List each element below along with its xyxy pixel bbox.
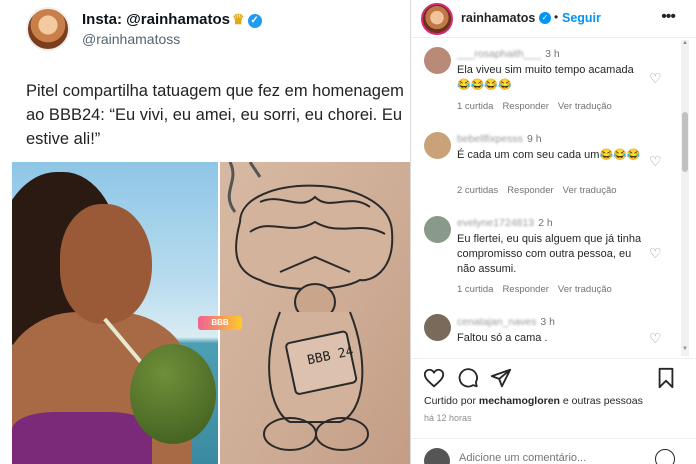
tweet-card: Insta: @rainhamatos ♛ ✓ @rainhamatoss Pite…: [12, 0, 410, 464]
heart-icon[interactable]: ♡: [649, 71, 663, 85]
separator-dot: •: [554, 10, 559, 24]
current-user-avatar: [424, 448, 450, 464]
add-comment-bar: [411, 438, 696, 464]
verified-badge-icon: ✓: [247, 14, 262, 28]
heart-icon[interactable]: ♡: [649, 331, 663, 345]
comment-text: Eu flertei, eu quis alguem que já tinha …: [457, 233, 642, 275]
comments-scrollbar[interactable]: ▲ ▼: [681, 40, 689, 356]
profile-username[interactable]: rainhamatos: [461, 11, 535, 25]
commenter-username[interactable]: bebellfixpesss: [457, 133, 523, 145]
translate-button[interactable]: Ver tradução: [563, 185, 617, 196]
comment-likes[interactable]: 1 curtida: [457, 284, 493, 295]
post-caption: Pitel compartilha tatuagem que fez em ho…: [26, 82, 404, 148]
follow-button[interactable]: Seguir: [562, 11, 601, 25]
comment-time: 2 h: [538, 217, 553, 229]
share-icon[interactable]: [490, 367, 512, 389]
post-header: rainhamatos ✓ • Seguir •••: [411, 0, 696, 38]
post-actions-bar: [411, 358, 696, 398]
tattoo-drawing: BBB 24: [227, 162, 394, 451]
verified-badge-icon: ✓: [539, 12, 551, 24]
account-name[interactable]: Insta: @rainhamatos ♛ ✓: [82, 11, 262, 28]
commenter-username[interactable]: ___rosaphaith___: [457, 48, 541, 60]
scroll-down-arrow-icon[interactable]: ▼: [681, 346, 689, 356]
comment-text: Faltou só a cama .: [457, 332, 548, 344]
tweet-header: Insta: @rainhamatos ♛ ✓ @rainhamatoss: [12, 0, 410, 60]
reply-button[interactable]: Responder: [507, 185, 553, 196]
comments-list[interactable]: ___rosaphaith___ 3 h Ela viveu sim muito …: [411, 40, 677, 356]
profile-avatar[interactable]: [421, 3, 453, 35]
liked-by-prefix: Curtido por: [424, 395, 479, 407]
comment-likes[interactable]: 1 curtida: [457, 101, 493, 112]
comment-text: É cada um com seu cada um😂😂😂: [457, 149, 641, 161]
liked-by-user[interactable]: mechamogloren: [479, 395, 560, 407]
bookmark-icon[interactable]: [655, 367, 677, 389]
post-media[interactable]: BBB 24 BBB: [12, 162, 410, 464]
translate-button[interactable]: Ver tradução: [558, 284, 612, 295]
commenter-username[interactable]: evelyne1724813: [457, 217, 534, 229]
bbb-logo-sticker: BBB: [198, 316, 242, 330]
translate-button[interactable]: Ver tradução: [558, 101, 612, 112]
reply-button[interactable]: Responder: [502, 284, 548, 295]
more-horizontal-icon[interactable]: •••: [661, 8, 676, 26]
crown-icon: ♛: [232, 11, 245, 27]
heart-icon[interactable]: [423, 367, 445, 389]
comment-icon[interactable]: [457, 367, 479, 389]
post-timestamp[interactable]: há 12 horas: [424, 413, 472, 423]
account-name-text: Insta: @rainhamatos: [82, 11, 230, 28]
scrollbar-thumb[interactable]: [682, 112, 688, 172]
comment-text: Ela viveu sim muito tempo acamada😂😂😂😂: [457, 64, 634, 91]
comment-time: 9 h: [526, 133, 542, 145]
liked-by-suffix[interactable]: e outras pessoas: [560, 395, 643, 407]
commenter-avatar[interactable]: [424, 314, 451, 341]
photo-tattoo: BBB 24: [220, 162, 410, 464]
avatar[interactable]: [26, 7, 70, 51]
comment-time: 3 h: [545, 48, 560, 60]
comment-input[interactable]: [459, 452, 629, 464]
commenter-avatar[interactable]: [424, 216, 451, 243]
instagram-panel: rainhamatos ✓ • Seguir ••• ___rosaphaith…: [410, 0, 696, 464]
comment-time: 3 h: [540, 316, 556, 328]
heart-icon[interactable]: ♡: [649, 154, 663, 168]
commenter-username[interactable]: cenatajan_naves: [457, 316, 536, 328]
heart-icon[interactable]: ♡: [649, 246, 663, 260]
commenter-avatar[interactable]: [424, 47, 451, 74]
reply-button[interactable]: Responder: [502, 101, 548, 112]
scroll-up-arrow-icon[interactable]: ▲: [681, 40, 689, 50]
liked-by-text: Curtido por mechamogloren e outras pesso…: [424, 395, 643, 407]
comment-likes[interactable]: 2 curtidas: [457, 185, 498, 196]
commenter-avatar[interactable]: [424, 132, 451, 159]
photo-woman-coconut: [12, 162, 218, 464]
emoji-icon[interactable]: [655, 449, 675, 464]
account-handle[interactable]: @rainhamatoss: [82, 31, 180, 47]
